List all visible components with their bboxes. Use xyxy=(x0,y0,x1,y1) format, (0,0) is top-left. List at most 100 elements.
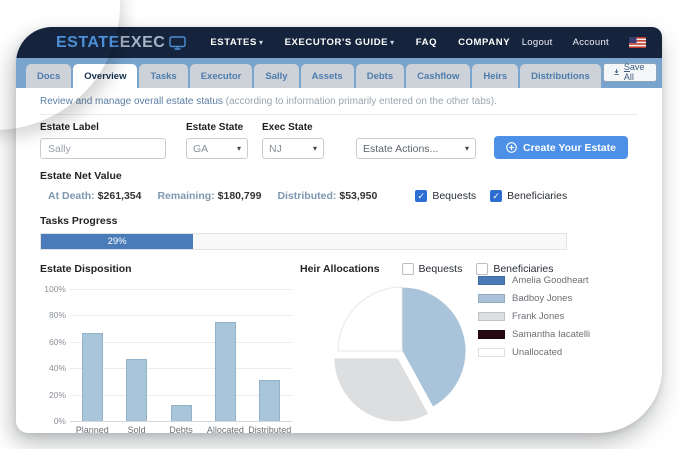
checkbox-unchecked-icon xyxy=(402,263,414,275)
tab-heirs[interactable]: Heirs xyxy=(472,64,518,88)
download-icon xyxy=(613,67,620,77)
estate-disposition-heading: Estate Disposition xyxy=(40,263,300,275)
tab-sally[interactable]: Sally xyxy=(254,64,298,88)
app-window: ESTATEEXEC ESTATES▾ EXECUTOR'S GUIDE▾ FAQ C… xyxy=(16,27,662,433)
tasks-progress-section: Tasks Progress 29% xyxy=(40,215,638,250)
account-link[interactable]: Account xyxy=(573,37,609,48)
gridline xyxy=(70,421,292,422)
pie-legend: Amelia Goodheart Badboy Jones Frank Jones S… xyxy=(478,275,590,365)
logout-link[interactable]: Logout xyxy=(522,37,553,48)
legend-label: Frank Jones xyxy=(512,311,564,322)
legend-swatch xyxy=(478,330,505,339)
tab-executor[interactable]: Executor xyxy=(190,64,253,88)
bar-allocated xyxy=(215,322,236,421)
y-axis-tick: 20% xyxy=(40,390,66,400)
nav-item-faq[interactable]: FAQ xyxy=(416,37,437,48)
tab-assets[interactable]: Assets xyxy=(301,64,354,88)
estate-label-label: Estate Label xyxy=(40,122,166,133)
tasks-progress-fill: 29% xyxy=(41,234,193,249)
net-value-item-label: Distributed: xyxy=(277,190,336,202)
chevron-down-icon: ▾ xyxy=(390,38,395,47)
legend-label: Unallocated xyxy=(512,347,562,358)
tab-distributions[interactable]: Distributions xyxy=(520,64,601,88)
y-axis-tick: 80% xyxy=(40,310,66,320)
legend-item: Unallocated xyxy=(478,347,590,358)
net-value-item-value: $261,354 xyxy=(98,190,142,202)
net-value-item-value: $180,799 xyxy=(218,190,262,202)
legend-swatch xyxy=(478,276,505,285)
net-value-checkbox-label: Bequests xyxy=(432,190,476,202)
save-all-button[interactable]: Save All xyxy=(603,63,658,82)
plus-circle-icon xyxy=(506,142,517,153)
nav-item-company[interactable]: COMPANY xyxy=(458,37,510,48)
logo-text-exec: EXEC xyxy=(120,34,166,52)
legend-swatch xyxy=(478,312,505,321)
pie-slice-unallocated xyxy=(338,287,402,351)
nav-item-estates[interactable]: ESTATES▾ xyxy=(210,37,263,48)
bar-debts xyxy=(171,405,192,421)
gridline xyxy=(70,289,292,290)
heir-checkbox-bequests[interactable]: Bequests xyxy=(402,263,463,275)
nav-right: Logout Account xyxy=(522,37,646,48)
checkbox-unchecked-icon xyxy=(476,263,488,275)
estate-label-input[interactable]: Sally xyxy=(40,138,166,159)
tab-tasks[interactable]: Tasks xyxy=(139,64,187,88)
net-value-item-label: Remaining: xyxy=(157,190,214,202)
chevron-down-icon: ▾ xyxy=(465,144,469,153)
checkbox-checked-icon: ✓ xyxy=(415,190,427,202)
tab-actions: Save All Cancel All xyxy=(603,63,662,84)
tab-debts[interactable]: Debts xyxy=(356,64,404,88)
us-flag-icon[interactable] xyxy=(629,37,646,48)
estate-disposition-chart: Estate Disposition 0%20%40%60%80%100%Pla… xyxy=(40,263,300,421)
nav-item-executor-s-guide[interactable]: EXECUTOR'S GUIDE▾ xyxy=(285,37,395,48)
y-axis-tick: 100% xyxy=(40,284,66,294)
legend-label: Amelia Goodheart xyxy=(512,275,589,286)
description-secondary: (according to information primarily ente… xyxy=(223,96,497,107)
estate-label-group: Estate Label Sally xyxy=(40,122,166,159)
pie-chart xyxy=(325,279,479,429)
estateexec-logo[interactable]: ESTATEEXEC xyxy=(56,34,186,52)
tab-cashflow[interactable]: Cashflow xyxy=(406,64,470,88)
heir-allocations-header: Heir Allocations BequestsBeneficiaries xyxy=(300,263,638,275)
nav-menu: ESTATES▾ EXECUTOR'S GUIDE▾ FAQ COMPANY xyxy=(210,37,510,48)
tasks-progress-heading: Tasks Progress xyxy=(40,215,638,227)
net-value-checkbox-bequests[interactable]: ✓ Bequests xyxy=(415,190,476,202)
create-estate-button[interactable]: Create Your Estate xyxy=(494,136,628,159)
page-description: Review and manage overall estate status … xyxy=(40,96,638,115)
description-main: Review and manage overall estate status xyxy=(40,96,223,107)
heir-checkbox-beneficiaries[interactable]: Beneficiaries xyxy=(476,263,553,275)
overview-content: Review and manage overall estate status … xyxy=(16,96,662,421)
chevron-down-icon: ▾ xyxy=(259,38,264,47)
legend-item: Badboy Jones xyxy=(478,293,590,304)
bar-sold xyxy=(126,359,147,421)
legend-item: Amelia Goodheart xyxy=(478,275,590,286)
net-value-item-value: $53,950 xyxy=(339,190,377,202)
net-value-item: At Death:$261,354 xyxy=(48,190,141,202)
tasks-progress-label: 29% xyxy=(108,236,127,247)
exec-state-select[interactable]: NJ ▾ xyxy=(262,138,324,159)
create-estate-label: Create Your Estate xyxy=(523,142,616,154)
tab-docs[interactable]: Docs xyxy=(26,64,71,88)
heir-allocations-checkboxes: Bequests Beneficiaries xyxy=(402,263,554,275)
screenshot-stage: ESTATEEXEC ESTATES▾ EXECUTOR'S GUIDE▾ FAQ C… xyxy=(0,0,679,449)
net-value-row: At Death:$261,354 Remaining: $180,799 Distr… xyxy=(40,190,638,202)
net-value-checkbox-beneficiaries[interactable]: ✓Beneficiaries xyxy=(490,190,567,202)
tab-overview[interactable]: Overview xyxy=(73,64,137,88)
heir-allocations-chart: Heir Allocations BequestsBeneficiaries A… xyxy=(300,263,638,421)
tabs-group: DocsOverviewTasksExecutorSallyAssetsDebt… xyxy=(26,64,603,88)
gridline xyxy=(70,315,292,316)
logo-text-estate: ESTATE xyxy=(56,34,120,52)
estate-form-row: Estate Label Sally Estate State GA ▾ Exe… xyxy=(40,122,638,159)
net-value-items: At Death:$261,354 Remaining: $180,799 Distr… xyxy=(48,190,393,202)
estate-state-select[interactable]: GA ▾ xyxy=(186,138,248,159)
y-axis-tick: 60% xyxy=(40,337,66,347)
legend-item: Samantha Iacatelli xyxy=(478,329,590,340)
estate-actions-value: Estate Actions... xyxy=(363,143,438,155)
chevron-down-icon: ▾ xyxy=(313,144,317,153)
bar-planned xyxy=(82,333,103,421)
estate-actions-select[interactable]: Estate Actions... ▾ xyxy=(356,138,476,159)
exec-state-group: Exec State NJ ▾ xyxy=(262,122,324,159)
chevron-down-icon: ▾ xyxy=(237,144,241,153)
tasks-progress-bar: 29% xyxy=(40,233,567,250)
charts-row: Estate Disposition 0%20%40%60%80%100%Pla… xyxy=(40,263,638,421)
